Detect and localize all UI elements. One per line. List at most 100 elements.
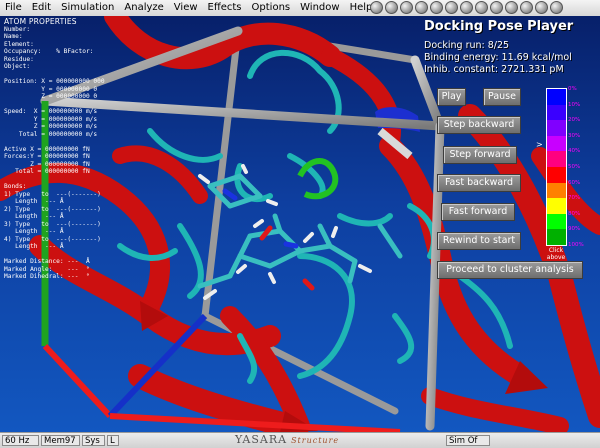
atom-property-line: Y = 000000000 0 <box>4 85 98 93</box>
atom-property-line: Forces:Y = 000000000 fN <box>4 153 90 160</box>
toolbar-button-7[interactable] <box>460 1 473 14</box>
atom-property-line: 3) Type to ---(-------) <box>4 220 101 228</box>
molecular-viewport[interactable]: ATOM PROPERTIES Number: Name: Element: Occup… <box>0 16 600 432</box>
inhibition-constant: Inhib. constant: 2721.331 pM <box>424 64 564 75</box>
scale-label: 90% <box>568 226 581 233</box>
scale-segment[interactable] <box>547 166 566 183</box>
fast-backward-button[interactable]: Fast backward <box>437 174 521 192</box>
scale-segment[interactable] <box>547 120 566 136</box>
scale-label: 0% <box>568 86 577 92</box>
docked-ligand <box>197 164 403 300</box>
step-forward-button[interactable]: Step forward <box>443 146 517 164</box>
cluster-analysis-button[interactable]: Proceed to cluster analysis <box>437 261 583 279</box>
toolbar-button-3[interactable] <box>400 1 413 14</box>
pause-button[interactable]: Pause <box>483 88 521 106</box>
menu-view[interactable]: View <box>169 0 203 16</box>
atom-property-line: Number: <box>4 25 31 33</box>
scale-label: 30% <box>568 132 581 139</box>
docking-player-title: Docking Pose Player <box>424 19 574 34</box>
toolbar-button-2[interactable] <box>385 1 398 14</box>
menu-bar: File Edit Simulation Analyze View Effect… <box>0 0 600 17</box>
scale-pointer: > <box>536 140 543 149</box>
yasara-logo-subtext: Structure <box>291 436 340 445</box>
sys-readout: Sys <box>82 435 105 446</box>
toolbar-button-1[interactable] <box>370 1 383 14</box>
atom-property-line <box>4 101 105 109</box>
atom-property-line: Length --- Å <box>4 213 64 220</box>
atom-property-line <box>4 251 105 259</box>
status-bar: 60 Hz Mem97 Sys L YASARA Structure Sim Of <box>0 432 600 448</box>
atom-property-line: 4) Type to ---(-------) <box>4 235 101 243</box>
atom-property-line: Element: <box>4 40 34 48</box>
menu-options[interactable]: Options <box>247 0 296 16</box>
color-scale-bar[interactable] <box>546 88 567 246</box>
yasara-window: File Edit Simulation Analyze View Effect… <box>0 0 600 448</box>
toolbar-button-4[interactable] <box>415 1 428 14</box>
binding-energy: Binding energy: 11.69 kcal/mol <box>424 52 572 63</box>
scale-label: 40% <box>568 148 581 155</box>
atom-property-line: Name: <box>4 33 23 40</box>
scale-segment[interactable] <box>547 213 566 230</box>
atom-property-line: 1) Type to ---(-------) <box>4 190 101 198</box>
scale-segment[interactable] <box>547 151 566 167</box>
menu-window[interactable]: Window <box>295 0 344 16</box>
fps-readout: 60 Hz <box>2 435 39 446</box>
scale-segment[interactable] <box>547 229 566 245</box>
atom-property-line: Y = 000000000 m/s <box>4 115 98 123</box>
atom-property-line: Speed: X = 000000000 m/s <box>4 108 98 115</box>
scale-label: 50% <box>568 164 581 170</box>
toolbar-button-6[interactable] <box>445 1 458 14</box>
atom-properties-title: ATOM PROPERTIES <box>4 17 77 26</box>
toolbar-button-5[interactable] <box>430 1 443 14</box>
scale-segment[interactable] <box>547 182 566 199</box>
scale-label: 70% <box>568 195 581 202</box>
scale-segment[interactable] <box>547 198 566 214</box>
atom-property-line: Z = 000000000 0 <box>4 93 98 100</box>
yasara-logo: YASARA Structure <box>235 433 339 446</box>
scale-segment[interactable] <box>547 135 566 152</box>
menu-analyze[interactable]: Analyze <box>119 0 168 16</box>
docking-run: Docking run: 8/25 <box>424 40 510 51</box>
atom-property-line: Z = 000000000 m/s <box>4 123 98 130</box>
toolbar-button-9[interactable] <box>490 1 503 14</box>
scale-segment[interactable] <box>547 104 566 121</box>
scale-segment[interactable] <box>547 89 566 105</box>
atom-property-line: Length --- Å <box>4 198 64 205</box>
toolbar-button-13[interactable] <box>550 1 563 14</box>
menu-effects[interactable]: Effects <box>203 0 247 16</box>
atom-property-line: Z = 000000000 fN <box>4 160 90 168</box>
scale-label: 60% <box>568 179 581 186</box>
toolbar-button-11[interactable] <box>520 1 533 14</box>
atom-property-line: Total = 000000000 fN <box>4 168 90 175</box>
menu-simulation[interactable]: Simulation <box>56 0 119 16</box>
toolbar-button-12[interactable] <box>535 1 548 14</box>
toolbar <box>370 1 563 14</box>
atom-property-line: Length --- Å <box>4 228 64 235</box>
menu-file[interactable]: File <box>0 0 27 16</box>
menu-edit[interactable]: Edit <box>27 0 56 16</box>
rewind-to-start-button[interactable]: Rewind to start <box>437 232 521 250</box>
step-backward-button[interactable]: Step backward <box>437 116 521 134</box>
scale-label: 10% <box>568 101 581 108</box>
toolbar-button-10[interactable] <box>505 1 518 14</box>
atom-properties-panel: ATOM PROPERTIES Number: Name: Element: Occup… <box>4 18 105 281</box>
atom-property-line: 2) Type to ---(-------) <box>4 205 101 213</box>
l-readout: L <box>107 435 119 446</box>
toolbar-button-8[interactable] <box>475 1 488 14</box>
play-button[interactable]: Play <box>437 88 466 106</box>
simulation-status[interactable]: Sim Of <box>446 435 490 446</box>
atom-property-line: Active X = 000000000 fN <box>4 145 90 153</box>
click-above-hint: Click above <box>546 247 566 261</box>
atom-property-line: Bonds: <box>4 183 27 190</box>
red-axis <box>42 343 113 419</box>
atom-property-line: Marked Distance: --- Å <box>4 258 90 265</box>
atom-property-line: Marked Dihedral: --- ° <box>4 273 90 280</box>
atom-property-line <box>4 71 105 79</box>
atom-property-line <box>4 138 105 146</box>
menu-items: File Edit Simulation Analyze View Effect… <box>0 0 377 16</box>
scale-label: 100% <box>568 242 584 248</box>
atom-property-line: Position: X = 000000000 000 <box>4 78 105 85</box>
scale-label: 20% <box>568 117 581 124</box>
fast-forward-button[interactable]: Fast forward <box>441 203 515 221</box>
scale-label: 80% <box>568 210 581 217</box>
